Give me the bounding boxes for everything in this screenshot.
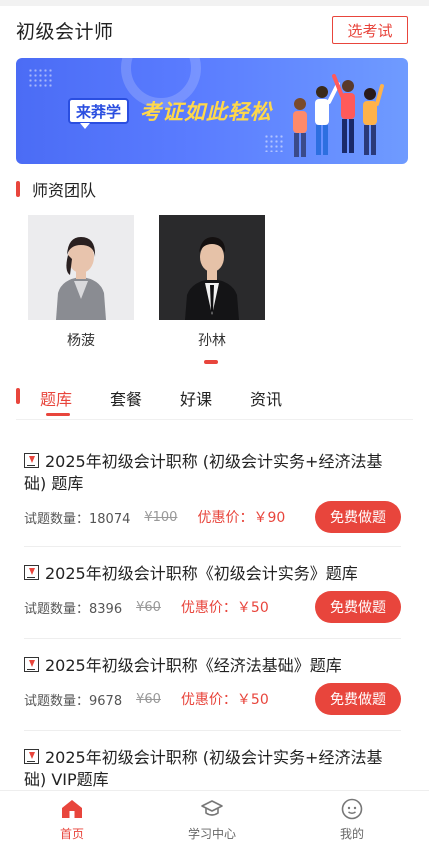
nav-profile[interactable]: 我的 (302, 797, 402, 842)
item-title: 2025年初级会计职称 (初级会计实务+经济法基础) VIP题库 (24, 748, 383, 789)
question-bank-icon (24, 453, 39, 468)
home-icon (62, 800, 82, 818)
banner-decor-dots (28, 68, 52, 88)
question-count: 试题数量：8396 (24, 601, 123, 617)
teachers-section-title: 师资团队 (16, 177, 96, 201)
item-title: 2025年初级会计职称《初级会计实务》题库 (45, 564, 358, 583)
item-meta: 试题数量：18074 ¥100 优惠价：￥90 免费做题 (24, 501, 401, 533)
item-meta: 试题数量：8396 ¥60 优惠价：￥50 免费做题 (24, 591, 401, 623)
free-practice-button[interactable]: 免费做题 (315, 683, 401, 715)
top-status-strip (0, 0, 429, 6)
teacher-card[interactable]: 孙林 (159, 215, 265, 350)
teacher-portrait-image (28, 215, 134, 320)
banner-slogan: 考证如此轻松 (140, 100, 272, 124)
banner-brand-bubble: 来莽学 (68, 98, 130, 129)
tab-news[interactable]: 资讯 (250, 386, 282, 410)
tab-packages[interactable]: 套餐 (110, 386, 142, 410)
question-count: 试题数量：9678 (24, 693, 123, 709)
header: 初级会计师 选考试 (16, 14, 408, 46)
question-bank-icon (24, 657, 39, 672)
bottom-nav: 首页 学习中心 我的 (0, 790, 429, 844)
section-marker (16, 181, 20, 197)
free-practice-button[interactable]: 免费做题 (315, 591, 401, 623)
question-bank-icon (24, 749, 39, 764)
list-item[interactable]: 2025年初级会计职称《初级会计实务》题库 试题数量：8396 ¥60 优惠价：… (24, 563, 401, 623)
discount-price: 优惠价：￥50 (180, 600, 269, 616)
active-tab-underline (46, 413, 70, 416)
content-tabs: 题库 套餐 好课 资讯 (16, 380, 413, 420)
divider (24, 638, 401, 639)
original-price: ¥60 (136, 599, 161, 615)
banner-decor-dots (264, 134, 284, 152)
teacher-name: 孙林 (198, 333, 226, 349)
page-title: 初级会计师 (16, 20, 114, 43)
original-price: ¥100 (144, 509, 178, 525)
item-title: 2025年初级会计职称 (初级会计实务+经济法基础) 题库 (24, 452, 383, 493)
tab-question-bank[interactable]: 题库 (40, 386, 72, 410)
graduation-cap-icon (201, 800, 223, 816)
teacher-portrait-image (159, 215, 265, 320)
divider (24, 546, 401, 547)
nav-home[interactable]: 首页 (22, 797, 122, 842)
teacher-photo (159, 215, 265, 320)
teacher-card[interactable]: 杨菠 (28, 215, 134, 350)
banner-people-illustration (293, 74, 384, 157)
original-price: ¥60 (136, 691, 161, 707)
select-exam-button[interactable]: 选考试 (332, 16, 408, 44)
list-item[interactable]: 2025年初级会计职称《经济法基础》题库 试题数量：9678 ¥60 优惠价：￥… (24, 655, 401, 715)
carousel-indicator (204, 360, 218, 364)
item-meta: 试题数量：9678 ¥60 优惠价：￥50 免费做题 (24, 683, 401, 715)
item-title: 2025年初级会计职称《经济法基础》题库 (45, 656, 342, 675)
free-practice-button[interactable]: 免费做题 (315, 501, 401, 533)
question-count: 试题数量：18074 (24, 511, 131, 527)
question-bank-icon (24, 565, 39, 580)
list-item[interactable]: 2025年初级会计职称 (初级会计实务+经济法基础) 题库 试题数量：18074… (24, 451, 401, 533)
divider (24, 730, 401, 731)
profile-face-icon (341, 798, 363, 820)
section-marker (16, 388, 20, 404)
teacher-photo (28, 215, 134, 320)
nav-study-center[interactable]: 学习中心 (162, 797, 262, 842)
list-item[interactable]: 2025年初级会计职称 (初级会计实务+经济法基础) VIP题库 (24, 747, 401, 791)
tab-courses[interactable]: 好课 (180, 386, 212, 410)
discount-price: 优惠价：￥90 (197, 510, 286, 526)
teacher-name: 杨菠 (67, 333, 95, 349)
discount-price: 优惠价：￥50 (180, 692, 269, 708)
promo-banner[interactable]: 来莽学 考证如此轻松 (16, 58, 408, 164)
